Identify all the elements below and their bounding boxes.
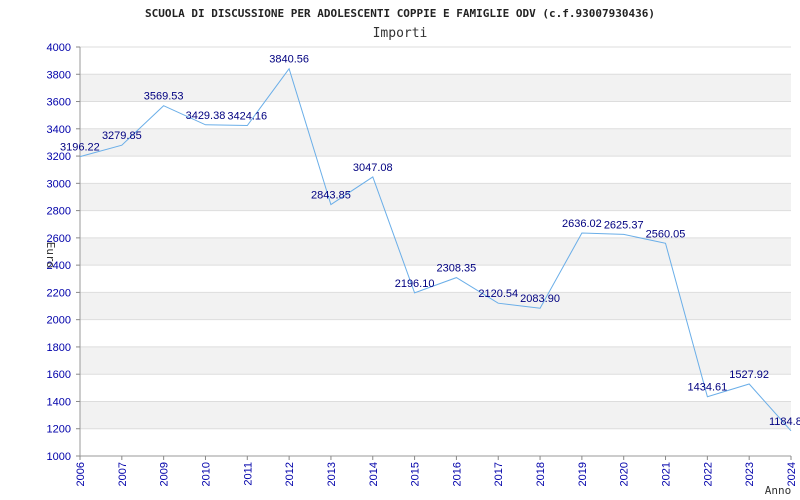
x-tick-label: 2014 — [368, 462, 380, 486]
x-tick-label: 2013 — [326, 462, 338, 486]
y-tick-label: 3600 — [47, 97, 71, 109]
x-tick-label: 2016 — [451, 462, 463, 486]
grid-band — [80, 74, 791, 102]
grid-band — [80, 237, 791, 266]
x-tick-label: 2019 — [577, 462, 589, 486]
data-label: 3279.85 — [102, 130, 142, 142]
data-label: 3429.38 — [186, 110, 226, 122]
data-label: 2625.37 — [604, 219, 644, 231]
y-tick-label: 2800 — [47, 206, 71, 218]
grid-band — [80, 128, 791, 157]
data-label: 2083.90 — [520, 293, 560, 305]
data-label: 2196.10 — [395, 278, 435, 290]
x-tick-label: 2022 — [702, 462, 714, 486]
x-tick-label: 2018 — [535, 462, 547, 486]
y-tick-label: 1600 — [47, 369, 71, 381]
data-label: 3424.16 — [227, 111, 267, 123]
y-tick-label: 1200 — [47, 424, 71, 436]
line-chart: 1000120014001600180020002200240026002800… — [44, 7, 800, 497]
grid-band — [80, 183, 791, 211]
data-label: 3047.08 — [353, 162, 393, 174]
x-tick-label: 2009 — [159, 462, 171, 486]
y-tick-label: 3000 — [47, 178, 71, 190]
x-tick-label: 2006 — [75, 462, 87, 486]
y-tick-label: 3800 — [47, 69, 71, 81]
x-tick-label: 2012 — [284, 462, 296, 486]
y-tick-label: 2000 — [47, 315, 71, 327]
y-tick-label: 1000 — [47, 451, 71, 463]
grid-band — [80, 292, 791, 320]
x-axis-label: Anno — [765, 484, 792, 497]
data-label: 1527.92 — [729, 369, 769, 381]
plot-background-bands — [80, 74, 791, 429]
grid-band — [80, 346, 791, 375]
y-tick-label: 1400 — [47, 396, 71, 408]
data-label: 1434.61 — [687, 382, 727, 394]
data-label: 2560.05 — [646, 228, 686, 240]
data-label: 3569.53 — [144, 91, 184, 103]
y-tick-label: 3400 — [47, 124, 71, 136]
x-tick-label: 2024 — [786, 462, 798, 486]
data-label: 3196.22 — [60, 142, 100, 154]
grid-band — [80, 401, 791, 429]
chart-subtitle: Importi — [373, 26, 428, 41]
y-tick-label: 1800 — [47, 342, 71, 354]
data-label: 1184.8 — [769, 416, 800, 428]
x-tick-label: 2020 — [619, 462, 631, 486]
x-tick-label: 2017 — [493, 462, 505, 486]
data-label: 2120.54 — [478, 288, 518, 300]
data-label: 2308.35 — [437, 263, 477, 275]
data-label: 2636.02 — [562, 218, 602, 230]
x-tick-label: 2021 — [661, 462, 673, 486]
data-label: 3840.56 — [269, 54, 309, 66]
x-tick-label: 2011 — [242, 462, 254, 486]
y-tick-label: 2200 — [47, 287, 71, 299]
x-tick-label: 2015 — [410, 462, 422, 486]
chart-title: SCUOLA DI DISCUSSIONE PER ADOLESCENTI CO… — [145, 7, 655, 20]
x-axis-ticks: 2006 2007 2009 2010 2011 2012 2013 2014 2015 2016… — [75, 456, 798, 486]
x-tick-label: 2023 — [744, 462, 756, 486]
x-tick-label: 2007 — [117, 462, 129, 486]
y-tick-label: 4000 — [47, 42, 71, 54]
y-axis-label: Euro — [44, 242, 57, 269]
x-tick-label: 2010 — [200, 462, 212, 486]
data-label: 2843.85 — [311, 190, 351, 202]
